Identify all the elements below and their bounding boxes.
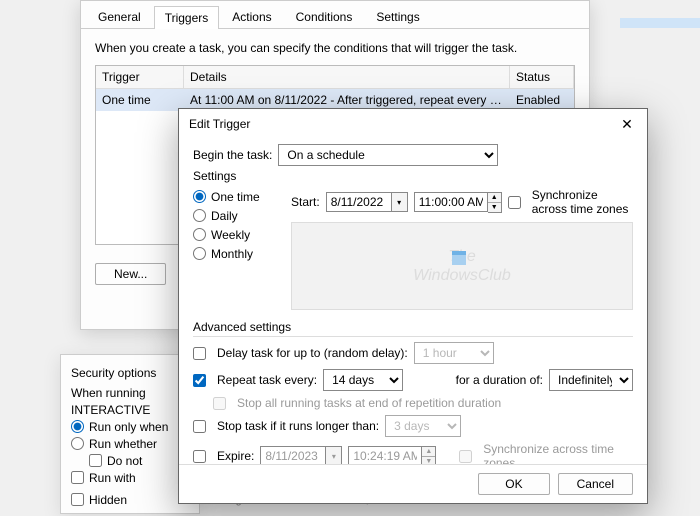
- close-icon[interactable]: ✕: [607, 109, 647, 139]
- security-options-label: Security options: [71, 366, 189, 380]
- calendar-icon: ▾: [326, 446, 342, 464]
- repeat-select[interactable]: 14 days: [323, 369, 403, 391]
- stop-if-check[interactable]: [193, 420, 206, 433]
- run-whether-radio[interactable]: [71, 437, 84, 450]
- expire-time-input: [348, 446, 422, 465]
- ok-button[interactable]: OK: [478, 473, 549, 495]
- col-status[interactable]: Status: [510, 66, 574, 88]
- tab-general[interactable]: General: [87, 5, 152, 28]
- start-label: Start:: [291, 195, 320, 209]
- parent-window-accent: [620, 18, 700, 28]
- watermark-square-icon: [452, 251, 466, 265]
- tab-actions[interactable]: Actions: [221, 5, 282, 28]
- one-time-radio[interactable]: [193, 190, 206, 203]
- sync-tz-check[interactable]: [508, 196, 521, 209]
- col-details[interactable]: Details: [184, 66, 510, 88]
- sync-tz-label: Synchronize across time zones: [532, 188, 633, 216]
- start-time-input[interactable]: [414, 192, 488, 212]
- cancel-button[interactable]: Cancel: [558, 473, 633, 495]
- repeat-check[interactable]: [193, 374, 206, 387]
- recurrence-panel: TheWindowsClub: [291, 222, 633, 310]
- time-spinner[interactable]: ▲▼: [488, 192, 502, 213]
- new-button[interactable]: New...: [95, 263, 166, 285]
- tab-conditions[interactable]: Conditions: [285, 5, 364, 28]
- delay-label: Delay task for up to (random delay):: [217, 346, 408, 360]
- duration-select[interactable]: Indefinitely: [549, 369, 633, 391]
- start-date-input[interactable]: [326, 192, 392, 212]
- dialog-title: Edit Trigger: [189, 117, 250, 131]
- tab-settings[interactable]: Settings: [365, 5, 430, 28]
- one-time-label: One time: [211, 190, 260, 204]
- hidden-label: Hidden: [89, 493, 127, 507]
- run-only-radio[interactable]: [71, 420, 84, 433]
- delay-check[interactable]: [193, 347, 206, 360]
- stop-if-label: Stop task if it runs longer than:: [217, 419, 379, 433]
- col-trigger[interactable]: Trigger: [96, 66, 184, 88]
- do-not-label: Do not: [107, 454, 142, 468]
- settings-label: Settings: [193, 169, 633, 183]
- tabstrip: General Triggers Actions Conditions Sett…: [81, 1, 589, 29]
- delay-select: 1 hour: [414, 342, 494, 364]
- stop-all-check: [213, 397, 226, 410]
- run-with-label: Run with: [89, 471, 136, 485]
- do-not-check[interactable]: [89, 454, 102, 467]
- stop-all-label: Stop all running tasks at end of repetit…: [237, 396, 501, 410]
- run-only-label: Run only when: [89, 420, 168, 434]
- run-with-check[interactable]: [71, 471, 84, 484]
- calendar-icon[interactable]: ▾: [392, 192, 408, 212]
- advanced-settings-label: Advanced settings: [193, 320, 633, 337]
- daily-label: Daily: [211, 209, 238, 223]
- duration-label: for a duration of:: [456, 373, 543, 387]
- repeat-label: Repeat task every:: [217, 373, 317, 387]
- stop-if-select: 3 days: [385, 415, 461, 437]
- edit-trigger-dialog: Edit Trigger ✕ Begin the task: On a sche…: [178, 108, 648, 504]
- weekly-radio[interactable]: [193, 228, 206, 241]
- expire-sync-tz-label: Synchronize across time zones: [483, 442, 633, 464]
- when-running-label: When running: [71, 386, 189, 400]
- tab-hint: When you create a task, you can specify …: [95, 41, 575, 55]
- expire-label: Expire:: [217, 449, 254, 463]
- tab-triggers[interactable]: Triggers: [154, 6, 220, 29]
- weekly-label: Weekly: [211, 228, 250, 242]
- interactive-label: INTERACTIVE: [71, 403, 189, 417]
- expire-date-input: [260, 446, 326, 464]
- run-whether-label: Run whether: [89, 437, 157, 451]
- expire-sync-tz-check: [459, 450, 472, 463]
- expire-check[interactable]: [193, 450, 206, 463]
- hidden-check[interactable]: [71, 493, 84, 506]
- monthly-label: Monthly: [211, 247, 253, 261]
- time-spinner: ▲▼: [422, 446, 436, 465]
- cell-trigger: One time: [96, 89, 184, 111]
- begin-task-select[interactable]: On a schedule: [278, 144, 498, 166]
- monthly-radio[interactable]: [193, 247, 206, 260]
- begin-task-label: Begin the task:: [193, 148, 272, 162]
- daily-radio[interactable]: [193, 209, 206, 222]
